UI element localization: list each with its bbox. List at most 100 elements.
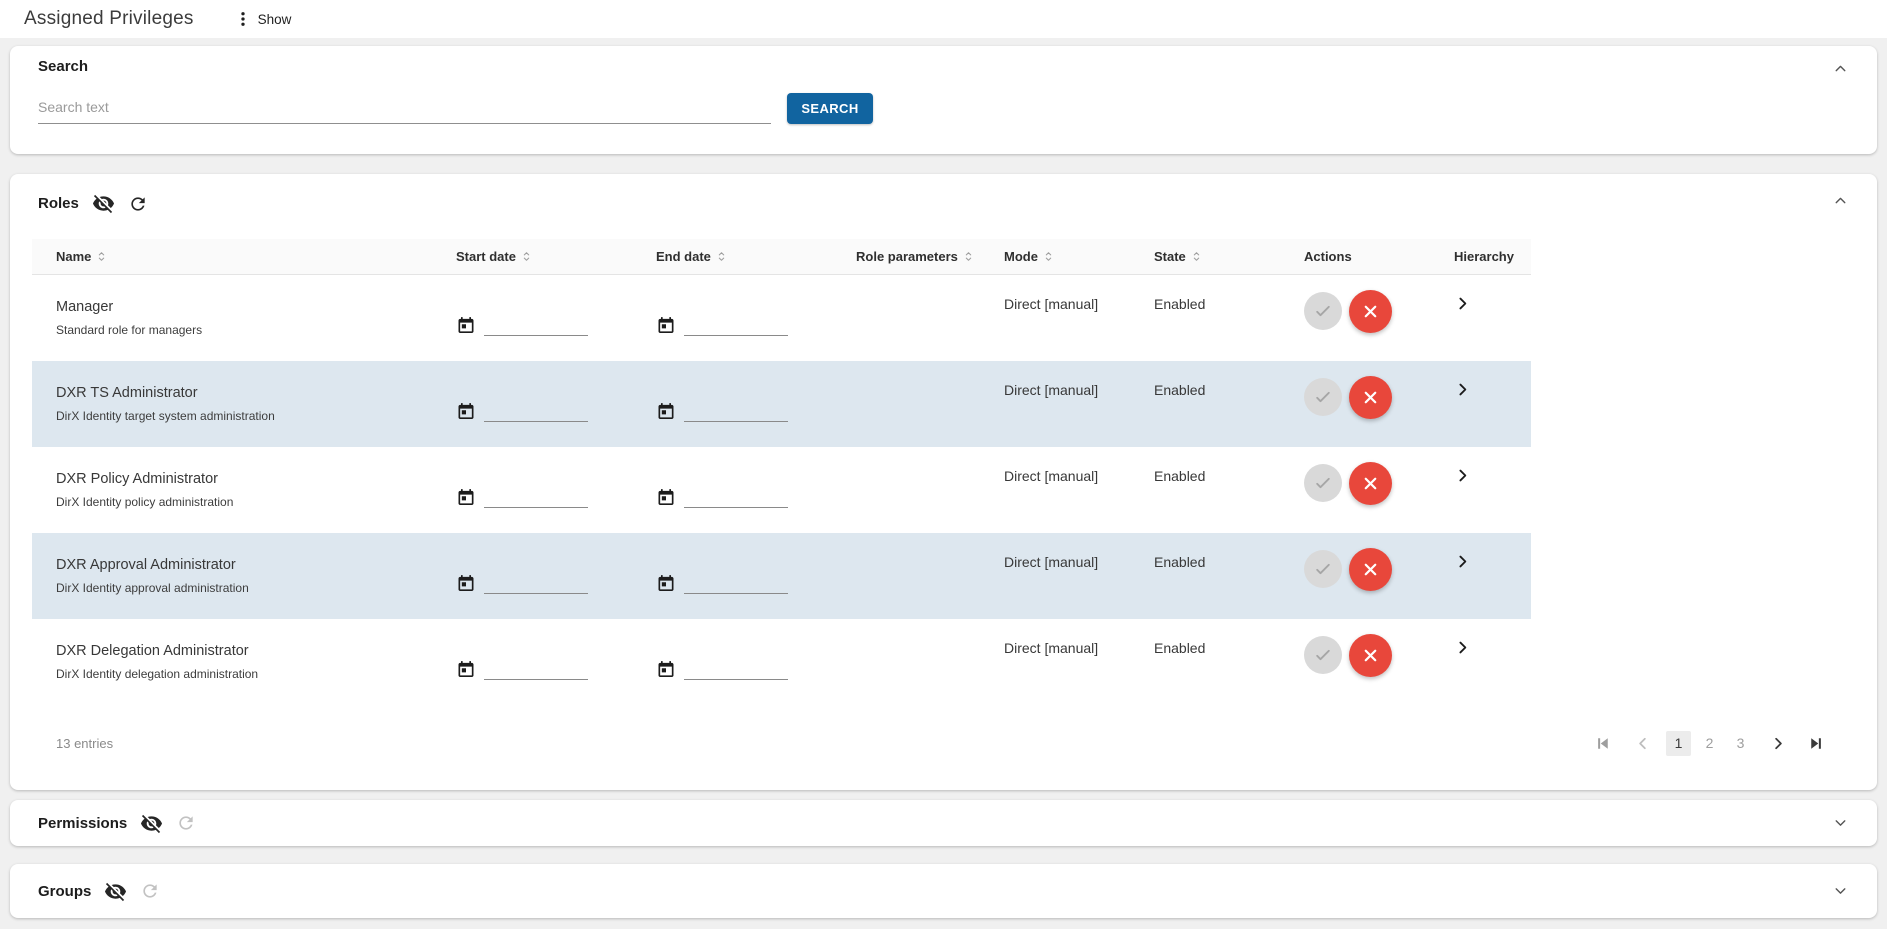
end-date-cell [632, 533, 832, 619]
permissions-panel: Permissions [10, 800, 1877, 846]
column-header-mode[interactable]: Mode [980, 249, 1130, 264]
chevron-up-icon [1832, 192, 1849, 209]
start-date-cell [432, 533, 632, 619]
end-date-cell [632, 361, 832, 447]
state-value: Enabled [1130, 447, 1280, 533]
end-date-input[interactable] [684, 661, 788, 680]
column-header-state[interactable]: State [1130, 249, 1280, 264]
refresh-groups-button[interactable] [140, 881, 160, 901]
start-date-input[interactable] [484, 661, 588, 680]
x-icon [1361, 302, 1380, 321]
roles-collapse-button[interactable] [1830, 190, 1851, 211]
approve-action-button[interactable] [1304, 636, 1342, 674]
approve-action-button[interactable] [1304, 292, 1342, 330]
role-description: DirX Identity policy administration [56, 495, 432, 509]
groups-panel: Groups [10, 864, 1877, 918]
refresh-icon [128, 194, 148, 214]
approve-action-button[interactable] [1304, 464, 1342, 502]
role-name-cell: DXR Delegation Administrator DirX Identi… [32, 619, 432, 705]
calendar-icon[interactable] [656, 573, 676, 594]
hierarchy-expand-button[interactable] [1454, 381, 1471, 398]
search-panel-title: Search [38, 58, 1853, 75]
calendar-icon[interactable] [656, 315, 676, 336]
refresh-permissions-button[interactable] [176, 813, 196, 833]
role-name-cell: Manager Standard role for managers [32, 275, 432, 361]
actions-cell [1280, 619, 1430, 705]
hierarchy-expand-button[interactable] [1454, 639, 1471, 656]
chevron-up-icon [1832, 60, 1849, 77]
end-date-field-group [656, 487, 788, 508]
column-header-start-date[interactable]: Start date [432, 249, 632, 264]
approve-action-button[interactable] [1304, 378, 1342, 416]
hierarchy-expand-button[interactable] [1454, 467, 1471, 484]
remove-action-button[interactable] [1349, 634, 1392, 677]
permissions-expand-button[interactable] [1830, 813, 1851, 834]
start-date-input[interactable] [484, 489, 588, 508]
end-date-input[interactable] [684, 317, 788, 336]
approve-action-button[interactable] [1304, 550, 1342, 588]
sort-icon [1190, 250, 1203, 263]
column-label: Start date [456, 249, 516, 264]
search-collapse-button[interactable] [1830, 58, 1851, 79]
show-menu-label: Show [258, 12, 292, 27]
permissions-header: Permissions [38, 812, 1853, 835]
search-input[interactable] [38, 89, 771, 124]
calendar-icon[interactable] [456, 573, 476, 594]
start-date-input[interactable] [484, 403, 588, 422]
page-3-button[interactable]: 3 [1728, 731, 1753, 756]
role-parameters-cell [832, 447, 980, 533]
show-menu-button[interactable]: Show [234, 10, 292, 28]
end-date-input[interactable] [684, 403, 788, 422]
page-title: Assigned Privileges [24, 8, 194, 30]
hierarchy-expand-button[interactable] [1454, 295, 1471, 312]
groups-expand-button[interactable] [1830, 881, 1851, 902]
hierarchy-cell [1430, 533, 1531, 619]
page-2-button[interactable]: 2 [1697, 731, 1722, 756]
role-description: DirX Identity delegation administration [56, 667, 432, 681]
chevron-right-icon [1454, 553, 1471, 570]
last-page-button[interactable] [1806, 733, 1827, 754]
remove-action-button[interactable] [1349, 548, 1392, 591]
page-1-button[interactable]: 1 [1666, 731, 1691, 756]
entries-count: 13 entries [56, 736, 113, 751]
end-date-input[interactable] [684, 489, 788, 508]
hide-roles-button[interactable] [92, 192, 115, 215]
chevron-right-icon [1454, 295, 1471, 312]
column-header-end-date[interactable]: End date [632, 249, 832, 264]
calendar-icon[interactable] [456, 659, 476, 680]
previous-page-button[interactable] [1633, 734, 1652, 753]
start-date-field-group [456, 401, 588, 422]
calendar-icon[interactable] [656, 401, 676, 422]
role-name: DXR Delegation Administrator [56, 643, 432, 659]
calendar-icon[interactable] [456, 487, 476, 508]
column-header-name[interactable]: Name [32, 249, 432, 264]
first-page-button[interactable] [1592, 733, 1613, 754]
hierarchy-expand-button[interactable] [1454, 553, 1471, 570]
role-name-cell: DXR Approval Administrator DirX Identity… [32, 533, 432, 619]
hierarchy-cell [1430, 447, 1531, 533]
next-page-button[interactable] [1769, 734, 1788, 753]
calendar-icon[interactable] [656, 659, 676, 680]
chevron-down-icon [1832, 815, 1849, 832]
end-date-field-group [656, 315, 788, 336]
remove-action-button[interactable] [1349, 290, 1392, 333]
hide-groups-button[interactable] [104, 880, 127, 903]
remove-action-button[interactable] [1349, 462, 1392, 505]
search-panel: Search SEARCH [10, 46, 1877, 154]
start-date-input[interactable] [484, 317, 588, 336]
calendar-icon[interactable] [656, 487, 676, 508]
start-date-input[interactable] [484, 575, 588, 594]
hide-permissions-button[interactable] [140, 812, 163, 835]
calendar-icon[interactable] [456, 315, 476, 336]
roles-panel: Roles Name Start date End date Role [10, 174, 1877, 790]
end-date-input[interactable] [684, 575, 788, 594]
refresh-roles-button[interactable] [128, 194, 148, 214]
roles-table-body: Manager Standard role for managers Direc… [32, 275, 1531, 705]
check-icon [1313, 559, 1333, 579]
search-button[interactable]: SEARCH [787, 93, 873, 124]
x-icon [1361, 474, 1380, 493]
calendar-icon[interactable] [456, 401, 476, 422]
column-header-role-parameters[interactable]: Role parameters [832, 249, 980, 264]
remove-action-button[interactable] [1349, 376, 1392, 419]
roles-table: Name Start date End date Role parameters… [32, 239, 1531, 705]
